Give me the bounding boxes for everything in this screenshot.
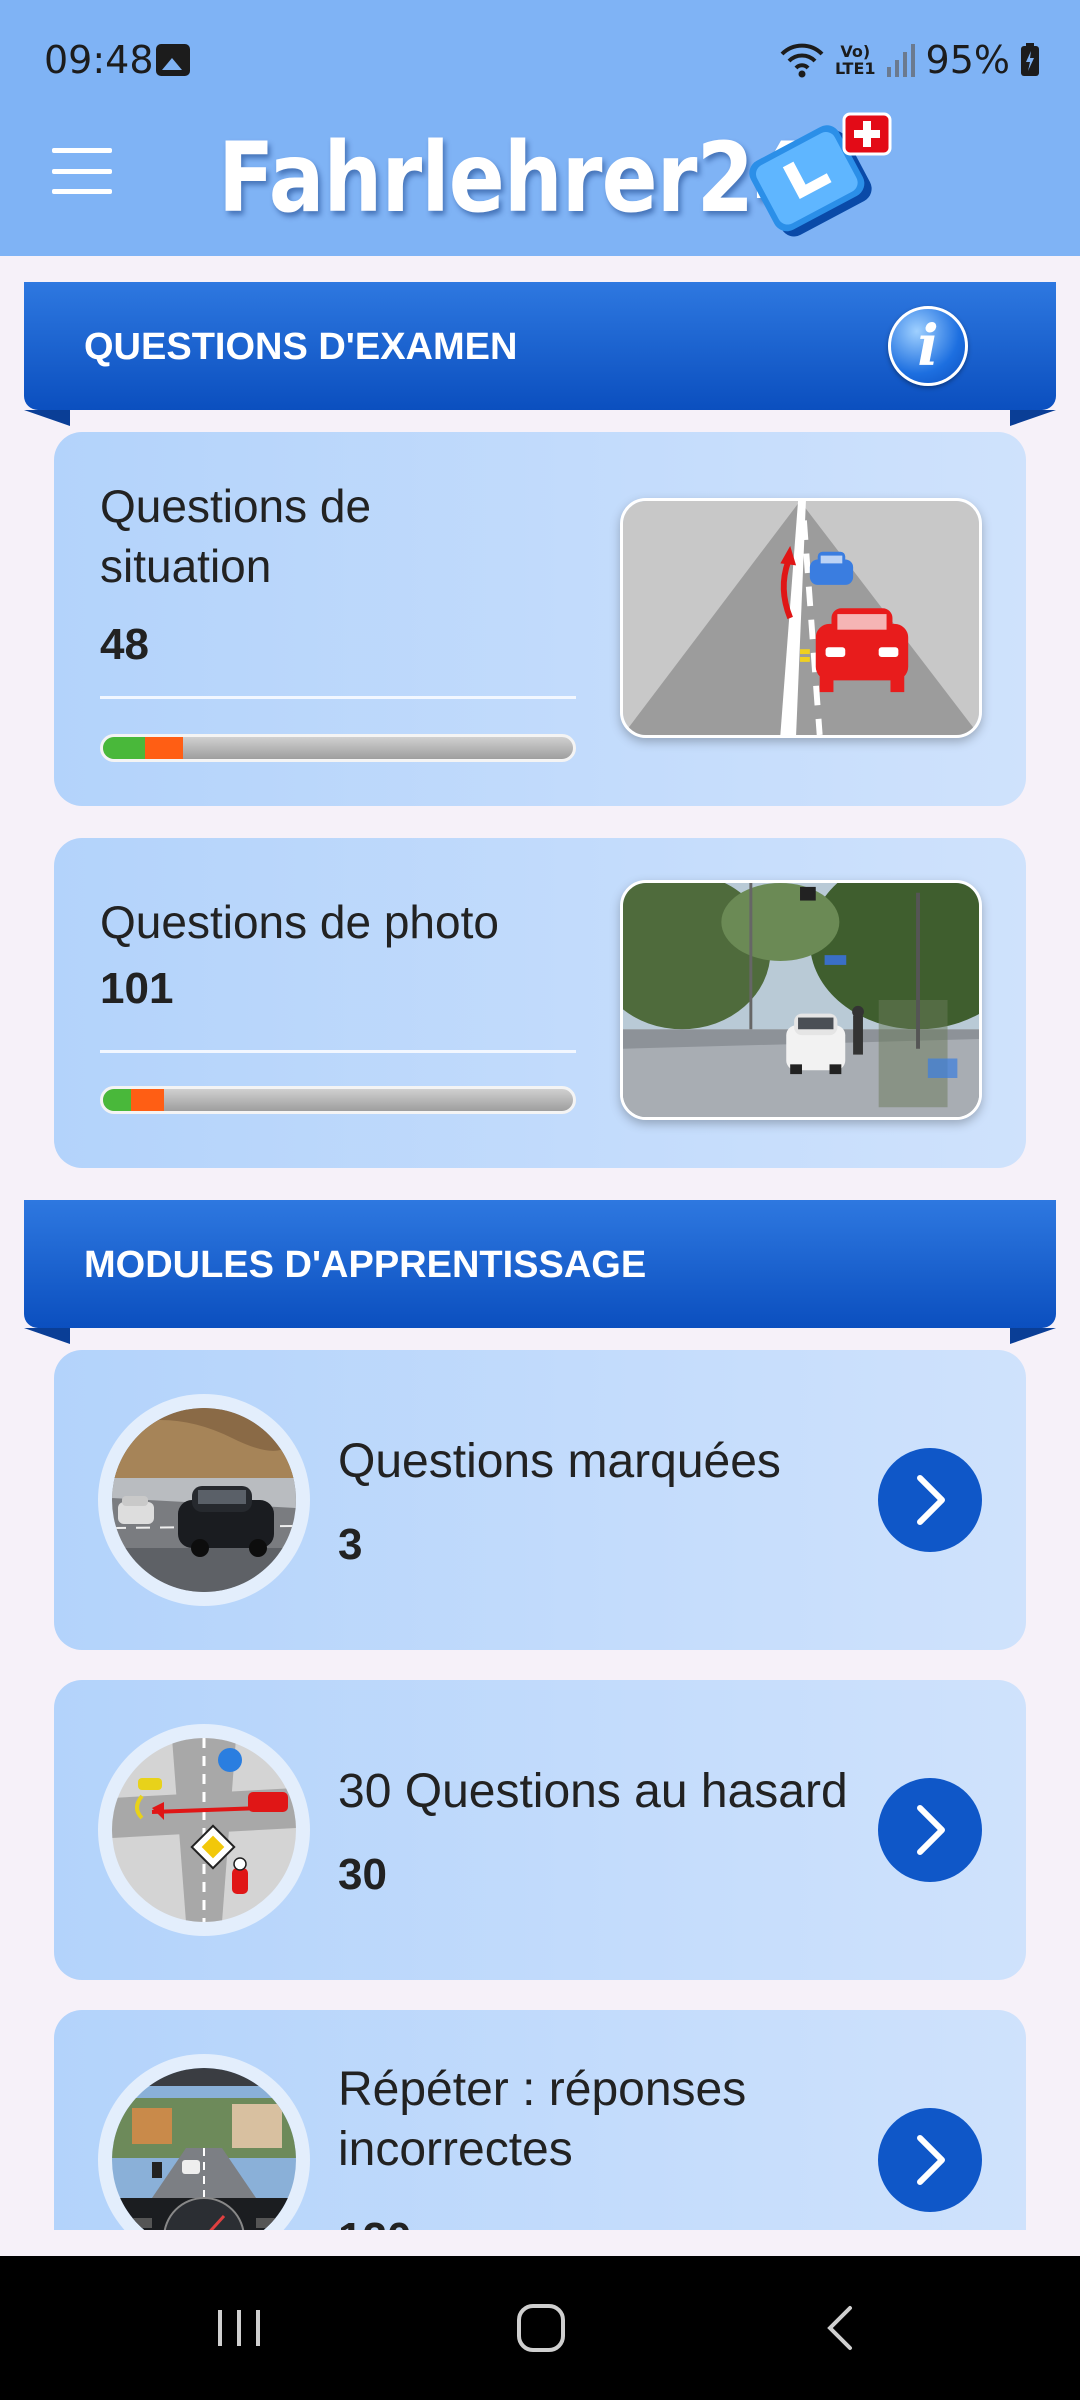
lte-icon: Vo) LTE1 [835, 43, 876, 77]
back-icon [827, 2306, 852, 2350]
card-title: Questions de photo [100, 896, 499, 948]
module-count: 120 [338, 2214, 411, 2230]
exam-section-banner: QUESTIONS D'EXAMEN i [24, 282, 1056, 426]
card-title: Questions de situation [100, 480, 372, 592]
home-icon [517, 2304, 565, 2352]
back-button[interactable] [808, 2296, 878, 2360]
status-indicators: Vo) LTE1 95% [779, 36, 1040, 84]
module-marked-questions[interactable]: Questions marquées 3 [54, 1350, 1026, 1650]
open-repeat-incorrect-button[interactable] [878, 2108, 982, 2212]
photo-thumbnail [620, 880, 982, 1120]
gallery-icon [156, 44, 190, 76]
progress-correct [103, 1089, 132, 1111]
battery-icon [1021, 43, 1039, 76]
lte-label-top: Vo) [840, 42, 871, 61]
app-bar: 09:48 Vo) LTE1 95% Fahrlehrer24 [0, 0, 1080, 256]
intersection-drawing [112, 1738, 296, 1922]
module-title: 30 Questions au hasard [338, 1765, 848, 1818]
module-thumbnail [98, 2054, 310, 2230]
progress-bar [100, 734, 576, 762]
modules-section-banner: MODULES D'APPRENTISSAGE [24, 1200, 1056, 1344]
module-thumbnail [98, 1724, 310, 1936]
module-random-questions[interactable]: 30 Questions au hasard 30 [54, 1680, 1026, 1980]
street-photo [623, 883, 979, 1117]
wifi-icon [780, 43, 824, 78]
signal-icon [886, 44, 915, 77]
road-situation-drawing [623, 501, 979, 735]
exam-section-title: QUESTIONS D'EXAMEN [84, 326, 518, 368]
menu-icon-bar [52, 148, 112, 153]
module-title: Questions marquées [338, 1435, 781, 1488]
banner-fold [24, 410, 70, 426]
chevron-right-icon [917, 2135, 945, 2185]
status-time: 09:48 [44, 38, 154, 82]
menu-icon-bar [52, 189, 112, 194]
recents-icon [218, 2310, 260, 2346]
exam-card-photo[interactable]: Questions de photo 101 [54, 838, 1026, 1168]
app-title: Fahrlehrer24 [218, 122, 811, 234]
progress-wrong [145, 737, 183, 759]
battery-percent: 95% [925, 38, 1010, 82]
recents-button[interactable] [204, 2296, 274, 2360]
highway-photo [112, 1408, 296, 1592]
motorbike-icon [232, 1857, 248, 1894]
lte-label-bottom: LTE1 [835, 59, 876, 78]
main-content[interactable]: QUESTIONS D'EXAMEN i Questions de situat… [0, 256, 1080, 2230]
progress-wrong [131, 1089, 165, 1111]
module-thumbnail [98, 1394, 310, 1606]
status-bar: 09:48 Vo) LTE1 95% [0, 0, 1080, 120]
menu-icon-bar [52, 168, 112, 174]
card-count: 101 [100, 964, 174, 1013]
menu-button[interactable] [52, 148, 112, 194]
chevron-right-icon [917, 1805, 945, 1855]
chevron-right-icon [917, 1475, 945, 1525]
system-nav-bar [0, 2256, 1080, 2400]
banner-fold [1010, 410, 1056, 426]
exam-card-situation[interactable]: Questions de situation 48 [54, 432, 1026, 806]
module-title: Répéter : réponses incorrectes [338, 2063, 747, 2176]
card-divider [100, 696, 576, 699]
info-icon[interactable]: i [888, 306, 968, 386]
banner-fold [24, 1328, 70, 1344]
progress-bar [100, 1086, 576, 1114]
open-marked-questions-button[interactable] [878, 1448, 982, 1552]
card-count: 48 [100, 620, 149, 669]
home-button[interactable] [506, 2296, 576, 2360]
white-car-icon [786, 1013, 846, 1075]
situation-thumbnail [620, 498, 982, 738]
module-repeat-incorrect[interactable]: Répéter : réponses incorrectes 120 [54, 2010, 1026, 2230]
progress-correct [103, 737, 146, 759]
module-count: 3 [338, 1520, 363, 1569]
open-random-questions-button[interactable] [878, 1778, 982, 1882]
module-count: 30 [338, 1850, 387, 1899]
card-divider [100, 1050, 576, 1053]
modules-section-title: MODULES D'APPRENTISSAGE [84, 1244, 647, 1286]
dashboard-photo [112, 2068, 296, 2230]
app-logo [749, 112, 892, 237]
banner-fold [1010, 1328, 1056, 1344]
